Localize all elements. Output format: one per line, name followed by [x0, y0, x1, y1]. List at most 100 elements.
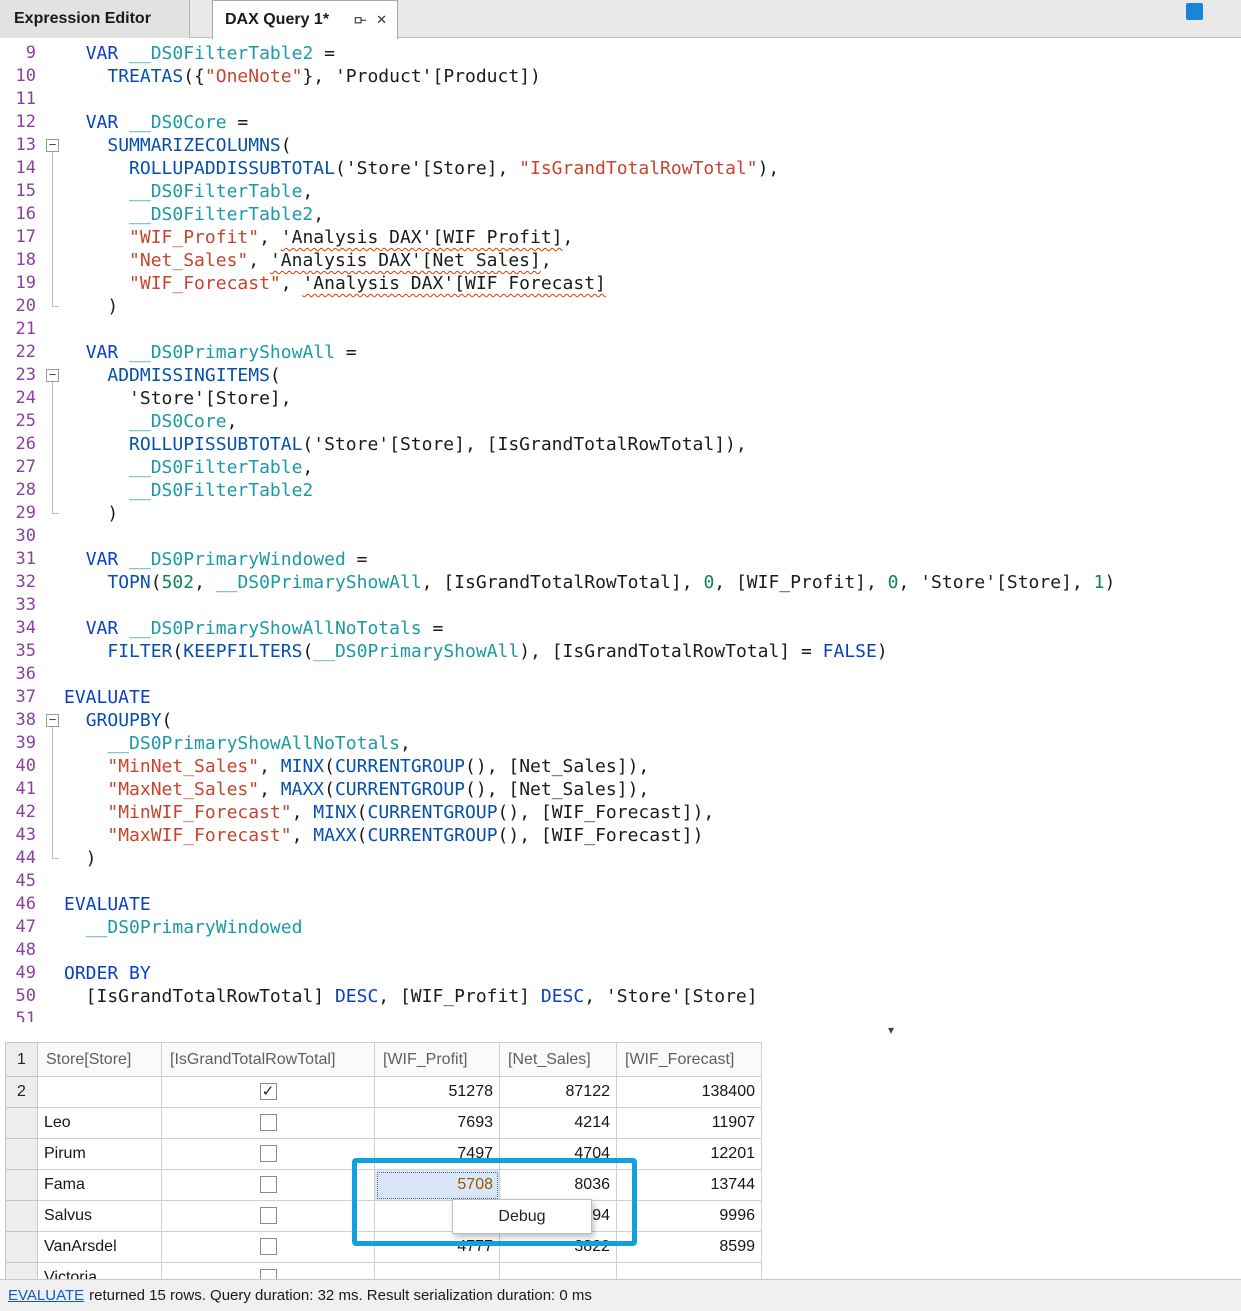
store-cell[interactable]: Leo	[38, 1108, 162, 1139]
code-line[interactable]: 12 VAR __DS0Core =	[0, 111, 1241, 134]
checkbox-checked[interactable]: ✓	[260, 1083, 277, 1100]
code-line[interactable]: 20 )	[0, 295, 1241, 318]
code-line[interactable]: 24 'Store'[Store],	[0, 387, 1241, 410]
collapse-results-icon[interactable]: ▾	[888, 1023, 894, 1037]
code-line[interactable]: 9 VAR __DS0FilterTable2 =	[0, 42, 1241, 65]
store-cell[interactable]: VanArsdel	[38, 1232, 162, 1263]
wif-forecast-cell[interactable]: 13744	[617, 1170, 762, 1201]
code-line[interactable]: 15 __DS0FilterTable,	[0, 180, 1241, 203]
store-cell[interactable]: Salvus	[38, 1201, 162, 1232]
code-line[interactable]: 36	[0, 663, 1241, 686]
code-line[interactable]: 49ORDER BY	[0, 962, 1241, 985]
fold-collapse-icon[interactable]: −	[46, 369, 59, 382]
code-line[interactable]: 19 "WIF_Forecast", 'Analysis DAX'[WIF Fo…	[0, 272, 1241, 295]
code-line[interactable]: 43 "MaxWIF_Forecast", MAXX(CURRENTGROUP(…	[0, 824, 1241, 847]
code-line[interactable]: 44 )	[0, 847, 1241, 870]
checkbox-unchecked[interactable]	[260, 1238, 277, 1255]
checkbox-unchecked[interactable]	[260, 1207, 277, 1224]
column-header[interactable]: Store[Store]	[38, 1043, 162, 1077]
net-sales-cell[interactable]: 8036	[500, 1170, 617, 1201]
code-text: ORDER BY	[64, 962, 151, 985]
code-line[interactable]: 46EVALUATE	[0, 893, 1241, 916]
code-line[interactable]: 30	[0, 525, 1241, 548]
wif-profit-cell[interactable]: 51278	[375, 1077, 500, 1108]
code-line[interactable]: 45	[0, 870, 1241, 893]
column-header[interactable]: [IsGrandTotalRowTotal]	[162, 1043, 375, 1077]
line-number: 25	[0, 410, 42, 433]
pane-splitter[interactable]: ▾	[0, 1022, 1241, 1042]
column-header[interactable]: [WIF_Profit]	[375, 1043, 500, 1077]
wif-forecast-cell[interactable]: 8599	[617, 1232, 762, 1263]
code-line[interactable]: 29 )	[0, 502, 1241, 525]
code-line[interactable]: 23− ADDMISSINGITEMS(	[0, 364, 1241, 387]
wif-forecast-cell[interactable]: 9996	[617, 1201, 762, 1232]
code-line[interactable]: 41 "MaxNet_Sales", MAXX(CURRENTGROUP(), …	[0, 778, 1241, 801]
code-line[interactable]: 16 __DS0FilterTable2,	[0, 203, 1241, 226]
checkbox-unchecked[interactable]	[260, 1176, 277, 1193]
code-line[interactable]: 31 VAR __DS0PrimaryWindowed =	[0, 548, 1241, 571]
evaluate-link[interactable]: EVALUATE	[8, 1287, 84, 1304]
wif-profit-cell[interactable]: 4777	[375, 1232, 500, 1263]
code-line[interactable]: 14 ROLLUPADDISSUBTOTAL('Store'[Store], "…	[0, 157, 1241, 180]
close-icon[interactable]: ✕	[376, 12, 387, 28]
code-line[interactable]: 35 FILTER(KEEPFILTERS(__DS0PrimaryShowAl…	[0, 640, 1241, 663]
dax-code-editor[interactable]: 9 VAR __DS0FilterTable2 =10 TREATAS({"On…	[0, 39, 1241, 1022]
net-sales-cell[interactable]: 87122	[500, 1077, 617, 1108]
fold-collapse-icon[interactable]: −	[46, 714, 59, 727]
code-line[interactable]: 32 TOPN(502, __DS0PrimaryShowAll, [IsGra…	[0, 571, 1241, 594]
wif-forecast-cell[interactable]: 12201	[617, 1139, 762, 1170]
code-line[interactable]: 26 ROLLUPISSUBTOTAL('Store'[Store], [IsG…	[0, 433, 1241, 456]
fold-margin	[42, 318, 64, 341]
code-line[interactable]: 39 __DS0PrimaryShowAllNoTotals,	[0, 732, 1241, 755]
code-line[interactable]: 11	[0, 88, 1241, 111]
net-sales-cell[interactable]: 4704	[500, 1139, 617, 1170]
code-line[interactable]: 47 __DS0PrimaryWindowed	[0, 916, 1241, 939]
line-number: 20	[0, 295, 42, 318]
wif-forecast-cell[interactable]: 138400	[617, 1077, 762, 1108]
tab-expression-editor[interactable]: Expression Editor	[0, 0, 190, 38]
store-cell[interactable]: Fama	[38, 1170, 162, 1201]
debug-button[interactable]: Debug	[452, 1199, 592, 1234]
line-number: 48	[0, 939, 42, 962]
wif-profit-cell[interactable]: 7693	[375, 1108, 500, 1139]
line-number: 40	[0, 755, 42, 778]
code-line[interactable]: 50 [IsGrandTotalRowTotal] DESC, [WIF_Pro…	[0, 985, 1241, 1008]
code-line[interactable]: 21	[0, 318, 1241, 341]
tab-dax-query-1[interactable]: DAX Query 1* ✕	[212, 0, 398, 39]
code-line[interactable]: 34 VAR __DS0PrimaryShowAllNoTotals =	[0, 617, 1241, 640]
code-line[interactable]: 22 VAR __DS0PrimaryShowAll =	[0, 341, 1241, 364]
store-cell[interactable]	[38, 1077, 162, 1108]
checkbox-unchecked[interactable]	[260, 1145, 277, 1162]
code-line[interactable]: 38− GROUPBY(	[0, 709, 1241, 732]
fold-margin	[42, 663, 64, 686]
code-line[interactable]: 27 __DS0FilterTable,	[0, 456, 1241, 479]
code-line[interactable]: 51	[0, 1008, 1241, 1022]
column-header[interactable]: [WIF_Forecast]	[617, 1043, 762, 1077]
grid-header: 1Store[Store][IsGrandTotalRowTotal][WIF_…	[6, 1043, 762, 1077]
net-sales-cell[interactable]: 4214	[500, 1108, 617, 1139]
code-line[interactable]: 28 __DS0FilterTable2	[0, 479, 1241, 502]
code-line[interactable]: 42 "MinWIF_Forecast", MINX(CURRENTGROUP(…	[0, 801, 1241, 824]
code-line[interactable]: 37EVALUATE	[0, 686, 1241, 709]
window-icon[interactable]	[1186, 3, 1203, 20]
pin-icon[interactable]	[353, 13, 368, 28]
line-number: 33	[0, 594, 42, 617]
checkbox-unchecked[interactable]	[260, 1114, 277, 1131]
code-line[interactable]: 48	[0, 939, 1241, 962]
code-text: __DS0Core,	[64, 410, 237, 433]
code-line[interactable]: 18 "Net_Sales", 'Analysis DAX'[Net Sales…	[0, 249, 1241, 272]
row-number-cell: 2	[6, 1077, 38, 1108]
code-line[interactable]: 17 "WIF_Profit", 'Analysis DAX'[WIF Prof…	[0, 226, 1241, 249]
fold-collapse-icon[interactable]: −	[46, 139, 59, 152]
store-cell[interactable]: Pirum	[38, 1139, 162, 1170]
wif-profit-cell[interactable]: 7497	[375, 1139, 500, 1170]
code-line[interactable]: 10 TREATAS({"OneNote"}, 'Product'[Produc…	[0, 65, 1241, 88]
wif-forecast-cell[interactable]: 11907	[617, 1108, 762, 1139]
code-line[interactable]: 25 __DS0Core,	[0, 410, 1241, 433]
net-sales-cell[interactable]: 3822	[500, 1232, 617, 1263]
column-header[interactable]: [Net_Sales]	[500, 1043, 617, 1077]
wif-profit-cell[interactable]: 5708	[375, 1170, 500, 1201]
code-line[interactable]: 33	[0, 594, 1241, 617]
code-line[interactable]: 13− SUMMARIZECOLUMNS(	[0, 134, 1241, 157]
code-line[interactable]: 40 "MinNet_Sales", MINX(CURRENTGROUP(), …	[0, 755, 1241, 778]
